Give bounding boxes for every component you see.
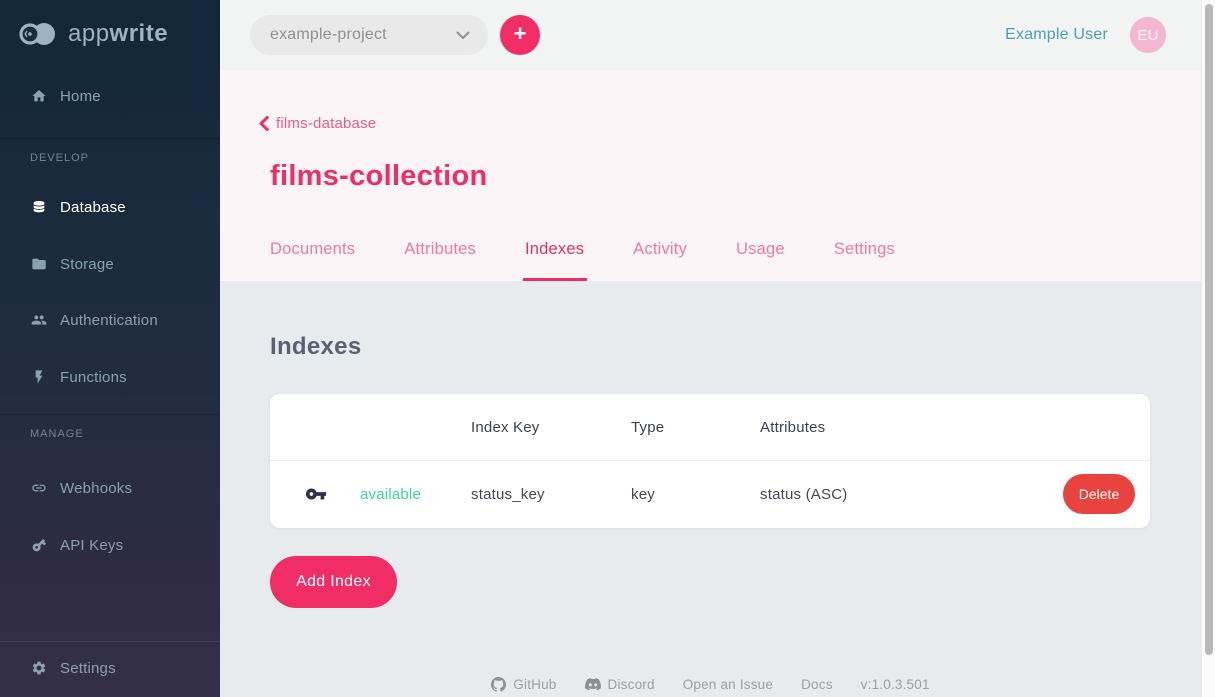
sidebar-item-label: Database (60, 199, 126, 216)
tab-usage[interactable]: Usage (736, 238, 785, 281)
key-icon (305, 483, 360, 505)
column-header-index-key: Index Key (471, 419, 631, 436)
breadcrumb[interactable]: films-database (259, 115, 376, 132)
footer-link-docs[interactable]: Docs (801, 677, 833, 692)
chevron-down-icon (456, 31, 470, 40)
add-index-button[interactable]: Add Index (270, 556, 397, 608)
chevron-left-icon (259, 116, 269, 131)
users-icon (30, 312, 47, 329)
sidebar-divider (0, 641, 220, 642)
sidebar-item-home[interactable]: Home (0, 78, 220, 114)
footer: GitHub Discord Open an Issue Docs v:1.0.… (220, 672, 1201, 697)
page-title: films-collection (270, 160, 488, 193)
sidebar: appwrite Home DEVELOP Database Storage (0, 0, 220, 697)
lightning-icon (30, 369, 47, 386)
sidebar-section-develop: DEVELOP (30, 152, 89, 164)
table-row: available status_key key status (ASC) De… (270, 461, 1150, 527)
sidebar-item-storage[interactable]: Storage (0, 246, 220, 282)
appwrite-console: appwrite Home DEVELOP Database Storage (0, 0, 1215, 697)
topbar: example-project + Example User EU (220, 0, 1215, 70)
footer-link-github[interactable]: GitHub (491, 677, 556, 692)
version-label: v:1.0.3.501 (861, 677, 930, 692)
footer-link-discord[interactable]: Discord (585, 677, 655, 692)
database-icon (30, 199, 47, 216)
sidebar-divider (0, 138, 220, 139)
tab-settings[interactable]: Settings (834, 238, 895, 281)
tab-documents[interactable]: Documents (270, 238, 355, 281)
column-header-type: Type (631, 419, 760, 436)
scrollbar-thumb[interactable] (1205, 4, 1213, 655)
add-project-button[interactable]: + (500, 15, 540, 55)
sidebar-item-label: Authentication (60, 312, 158, 329)
delete-button[interactable]: Delete (1063, 474, 1135, 514)
sidebar-item-label: Settings (60, 660, 116, 677)
discord-icon (585, 678, 601, 691)
sidebar-item-label: Home (60, 88, 101, 105)
indexes-table: Index Key Type Attributes available stat… (270, 394, 1150, 528)
sidebar-divider (0, 414, 220, 415)
avatar[interactable]: EU (1130, 17, 1166, 53)
gear-icon (30, 660, 47, 677)
key-icon (30, 537, 47, 554)
github-icon (491, 677, 506, 692)
cell-type: key (631, 486, 760, 503)
tab-bar: Documents Attributes Indexes Activity Us… (270, 238, 895, 281)
sidebar-item-label: Functions (60, 369, 127, 386)
tab-indexes[interactable]: Indexes (525, 238, 584, 281)
user-name-link[interactable]: Example User (1005, 26, 1108, 44)
sidebar-item-database[interactable]: Database (0, 189, 220, 225)
project-selector[interactable]: example-project (250, 15, 488, 55)
collection-header: films-database films-collection Document… (220, 70, 1215, 281)
user-area: Example User EU (1005, 0, 1166, 70)
breadcrumb-label: films-database (276, 115, 376, 132)
sidebar-item-settings[interactable]: Settings (0, 650, 220, 686)
cell-attributes: status (ASC) (760, 486, 1048, 503)
link-icon (30, 480, 47, 497)
folder-icon (30, 256, 47, 273)
appwrite-logo[interactable]: appwrite (18, 20, 168, 48)
sidebar-section-manage: MANAGE (30, 428, 84, 440)
table-header-row: Index Key Type Attributes (270, 394, 1150, 461)
home-icon (30, 88, 47, 105)
section-heading: Indexes (270, 333, 361, 361)
column-header-attributes: Attributes (760, 419, 1048, 436)
sidebar-item-api-keys[interactable]: API Keys (0, 527, 220, 563)
appwrite-logo-text: appwrite (68, 20, 168, 48)
sidebar-item-label: API Keys (60, 537, 123, 554)
scrollbar-track[interactable] (1201, 0, 1215, 697)
sidebar-item-functions[interactable]: Functions (0, 359, 220, 395)
sidebar-item-label: Webhooks (60, 480, 132, 497)
tab-attributes[interactable]: Attributes (404, 238, 476, 281)
sidebar-item-label: Storage (60, 256, 114, 273)
sidebar-item-webhooks[interactable]: Webhooks (0, 470, 220, 506)
cell-index-key: status_key (471, 486, 631, 503)
sidebar-item-authentication[interactable]: Authentication (0, 302, 220, 338)
tab-activity[interactable]: Activity (633, 238, 687, 281)
footer-link-open-issue[interactable]: Open an Issue (683, 677, 773, 692)
appwrite-logo-icon (18, 20, 60, 48)
project-selector-value: example-project (270, 26, 456, 44)
status-badge: available (360, 486, 471, 503)
